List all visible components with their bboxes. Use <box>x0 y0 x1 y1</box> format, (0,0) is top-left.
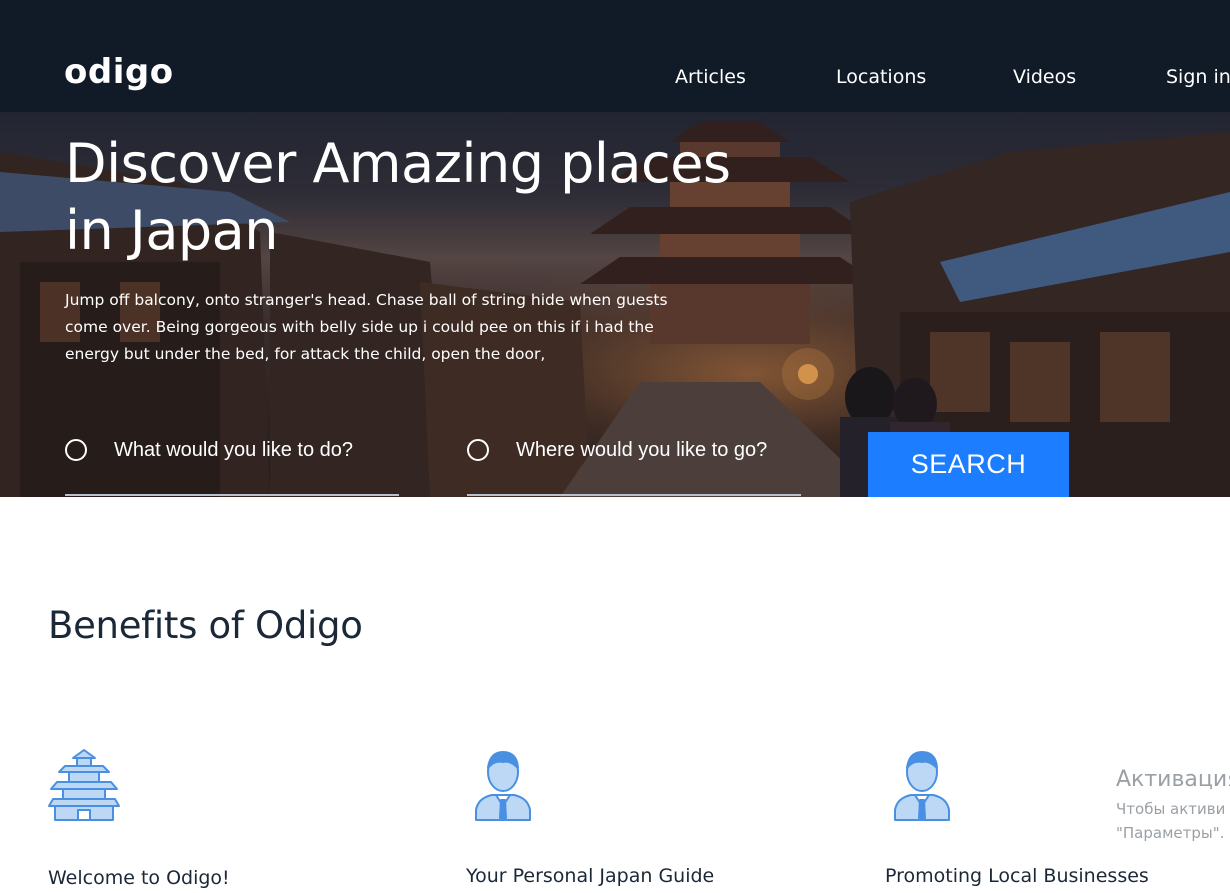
radio-icon[interactable] <box>467 439 489 461</box>
activation-watermark-line: Чтобы активи <box>1116 800 1226 818</box>
logo[interactable]: odigo <box>64 52 174 92</box>
activation-watermark-line: "Параметры". <box>1116 824 1225 842</box>
activity-search-placeholder: What would you like to do? <box>114 439 354 461</box>
radio-icon[interactable] <box>65 439 87 461</box>
pagoda-castle-icon <box>48 749 120 821</box>
nav-link-sign-in[interactable]: Sign in <box>1166 66 1230 88</box>
benefit-label-personal-guide: Your Personal Japan Guide <box>466 865 715 887</box>
benefits-section-title: Benefits of Odigo <box>48 604 363 647</box>
nav-link-videos[interactable]: Videos <box>1013 66 1076 88</box>
person-guide-icon <box>475 751 531 821</box>
destination-search-field[interactable]: Where would you like to go? <box>467 432 801 496</box>
top-navigation-bar: odigo Articles Locations Videos Sign in <box>0 0 1230 112</box>
person-business-icon <box>894 751 950 821</box>
activity-search-field[interactable]: What would you like to do? <box>65 432 399 496</box>
destination-search-placeholder: Where would you like to go? <box>516 439 768 461</box>
hero-title: Discover Amazing places in Japan <box>65 132 731 262</box>
nav-link-locations[interactable]: Locations <box>836 66 926 88</box>
benefit-label-local-businesses: Promoting Local Businesses <box>885 865 1149 887</box>
search-button[interactable]: SEARCH <box>868 432 1069 497</box>
activation-watermark-title: Активация <box>1116 767 1230 792</box>
nav-link-articles[interactable]: Articles <box>675 66 746 88</box>
hero-banner: Discover Amazing places in Japan Jump of… <box>0 112 1230 497</box>
hero-description: Jump off balcony, onto stranger's head. … <box>65 291 668 363</box>
benefit-label-welcome: Welcome to Odigo! <box>48 867 230 889</box>
